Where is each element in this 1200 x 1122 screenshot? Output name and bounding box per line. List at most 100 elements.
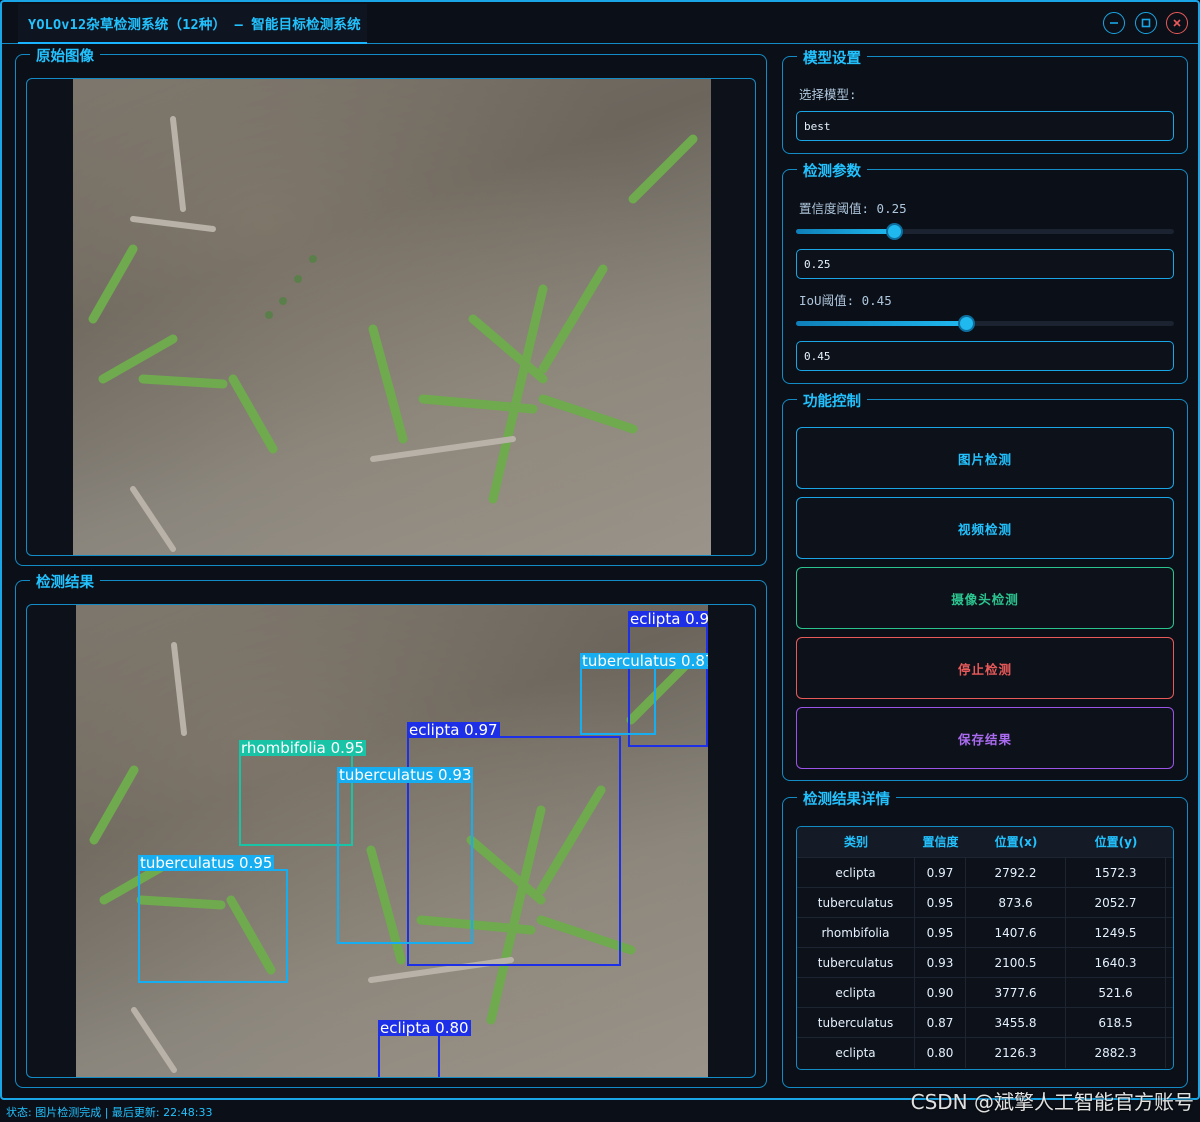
cell-confidence: 0.87 (915, 1008, 966, 1038)
cell-class: tuberculatus (797, 948, 915, 978)
minimize-icon (1110, 22, 1118, 24)
stop-detect-button[interactable]: 停止检测 (796, 637, 1174, 699)
confidence-input-value: 0.25 (804, 257, 831, 271)
image-detect-button[interactable]: 图片检测 (796, 427, 1174, 489)
cell-x: 1407.6 (966, 918, 1066, 948)
video-detect-button[interactable]: 视频检测 (796, 497, 1174, 559)
detection-params-panel: 检测参数 置信度阈值: 0.25 0.25 IoU阈值: 0.45 0.45 (782, 160, 1188, 384)
confidence-input[interactable]: 0.25 (796, 249, 1174, 279)
cell-class: eclipta (797, 978, 915, 1008)
cell-y: 2882.3 (1066, 1038, 1166, 1068)
detection-params-title: 检测参数 (797, 160, 867, 181)
table-header: 类别 置信度 位置(x) 位置(y) (797, 827, 1173, 857)
detection-label: tuberculatus 0.93 (337, 766, 474, 784)
detection-result-frame: eclipta 0.90 tuberculatus 0.87 eclipta 0… (26, 604, 756, 1078)
detection-label: rhombifolia 0.95 (239, 739, 367, 757)
model-select-label: 选择模型: (799, 87, 857, 102)
detection-label: eclipta 0.97 (407, 721, 500, 739)
iou-threshold-label: IoU阈值: 0.45 (799, 293, 892, 308)
table-header-x: 位置(x) (994, 835, 1038, 849)
watermark: CSDN @斌擎人工智能官方账号 (910, 1090, 1194, 1114)
table-row[interactable]: tuberculatus 0.95 873.6 2052.7 (797, 887, 1173, 918)
detection-label: eclipta 0.80 (378, 1019, 471, 1037)
weed-plants-illustration (88, 116, 698, 552)
close-icon (1173, 19, 1181, 27)
close-button[interactable] (1166, 12, 1188, 34)
iou-input[interactable]: 0.45 (796, 341, 1174, 371)
cell-x: 3455.8 (966, 1008, 1066, 1038)
model-settings-title: 模型设置 (797, 47, 867, 68)
maximize-icon (1141, 18, 1151, 28)
cell-y: 2052.7 (1066, 888, 1166, 918)
title-tab: YOLOv12杂草检测系统（12种） – 智能目标检测系统 (18, 4, 367, 44)
cell-x: 873.6 (966, 888, 1066, 918)
iou-input-value: 0.45 (804, 349, 831, 363)
detection-box: tuberculatus 0.93 (337, 767, 474, 944)
table-header-y: 位置(y) (1094, 835, 1138, 849)
table-row[interactable]: eclipta 0.97 2792.2 1572.3 (797, 857, 1173, 888)
cell-confidence: 0.95 (915, 918, 966, 948)
detection-details-panel: 检测结果详情 类别 置信度 位置(x) 位置(y) eclipta 0.97 279… (782, 788, 1188, 1088)
detection-label: eclipta 0.90 (628, 611, 708, 627)
cell-confidence: 0.93 (915, 948, 966, 978)
confidence-slider[interactable] (796, 223, 1174, 240)
cell-y: 618.5 (1066, 1008, 1166, 1038)
table-row[interactable]: tuberculatus 0.93 2100.5 1640.3 (797, 947, 1173, 978)
cell-y: 521.6 (1066, 978, 1166, 1008)
minimize-button[interactable] (1103, 12, 1125, 34)
cell-confidence: 0.80 (915, 1038, 966, 1068)
table-header-class: 类别 (843, 835, 868, 849)
cell-class: eclipta (797, 1038, 915, 1068)
camera-detect-button[interactable]: 摄像头检测 (796, 567, 1174, 629)
original-image-panel: 原始图像 (15, 45, 767, 566)
original-image (73, 79, 711, 555)
detection-box: rhombifolia 0.95 (239, 740, 367, 846)
table-row[interactable]: eclipta 0.90 3777.6 521.6 (797, 977, 1173, 1008)
save-result-button[interactable]: 保存结果 (796, 707, 1174, 769)
cell-x: 3777.6 (966, 978, 1066, 1008)
table-row[interactable]: tuberculatus 0.87 3455.8 618.5 (797, 1007, 1173, 1038)
status-text: 状态: 图片检测完成 | 最后更新: 22:48:33 (6, 1106, 213, 1119)
cell-y: 1249.5 (1066, 918, 1166, 948)
cell-x: 2100.5 (966, 948, 1066, 978)
original-image-title: 原始图像 (30, 45, 100, 66)
detection-details-table: 类别 置信度 位置(x) 位置(y) eclipta 0.97 2792.2 1572… (796, 826, 1174, 1070)
detection-label: tuberculatus 0.95 (138, 854, 275, 872)
cell-confidence: 0.90 (915, 978, 966, 1008)
maximize-button[interactable] (1135, 12, 1157, 34)
cell-y: 1572.3 (1066, 858, 1166, 888)
detection-details-title: 检测结果详情 (797, 788, 896, 809)
model-selected-value: best (804, 119, 831, 133)
cell-class: rhombifolia (797, 918, 915, 948)
iou-slider[interactable] (796, 315, 1174, 332)
function-control-title: 功能控制 (797, 390, 867, 411)
cell-class: eclipta (797, 858, 915, 888)
function-control-panel: 功能控制 图片检测 视频检测 摄像头检测 停止检测 保存结果 (782, 390, 1188, 781)
table-row[interactable]: rhombifolia 0.95 1407.6 1249.5 (797, 917, 1173, 948)
original-image-frame (26, 78, 756, 556)
model-settings-panel: 模型设置 选择模型: best (782, 47, 1188, 154)
detection-result-title: 检测结果 (30, 571, 100, 592)
cell-confidence: 0.95 (915, 888, 966, 918)
cell-x: 2792.2 (966, 858, 1066, 888)
table-header-confidence: 置信度 (922, 835, 959, 849)
main-window: YOLOv12杂草检测系统（12种） – 智能目标检测系统 原始图像 检测结果 … (0, 0, 1200, 1100)
title-bar[interactable]: YOLOv12杂草检测系统（12种） – 智能目标检测系统 (2, 2, 1198, 44)
detection-box: tuberculatus 0.87 (580, 653, 708, 735)
cell-x: 2126.3 (966, 1038, 1066, 1068)
cell-class: tuberculatus (797, 888, 915, 918)
detection-label: tuberculatus 0.87 (580, 653, 708, 669)
confidence-threshold-label: 置信度阈值: 0.25 (799, 201, 907, 216)
model-select-dropdown[interactable]: best (796, 111, 1174, 141)
iou-slider-handle[interactable] (958, 315, 975, 332)
detection-box: eclipta 0.80 (378, 1020, 471, 1077)
cell-confidence: 0.97 (915, 858, 966, 888)
detection-result-panel: 检测结果 eclipta 0.90 tuberculatus 0.87 e (15, 571, 767, 1088)
window-title: YOLOv12杂草检测系统（12种） – 智能目标检测系统 (28, 17, 361, 33)
iou-slider-fill (796, 321, 967, 326)
detection-image: eclipta 0.90 tuberculatus 0.87 eclipta 0… (76, 605, 708, 1077)
table-row[interactable]: eclipta 0.80 2126.3 2882.3 (797, 1037, 1173, 1068)
confidence-slider-fill (796, 229, 895, 234)
cell-y: 1640.3 (1066, 948, 1166, 978)
confidence-slider-handle[interactable] (886, 223, 903, 240)
